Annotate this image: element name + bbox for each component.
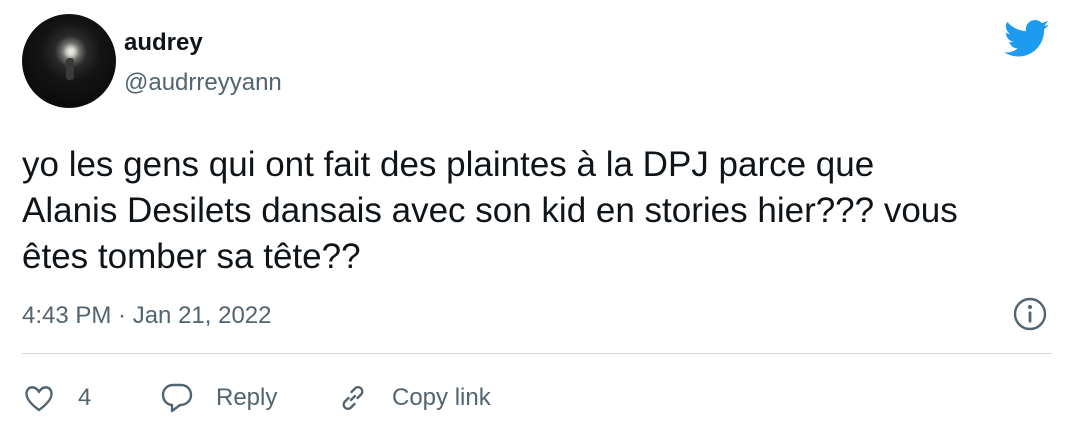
copy-link-button[interactable]: Copy link bbox=[336, 376, 491, 420]
speech-bubble-icon bbox=[161, 383, 193, 413]
author-handle[interactable]: @audrreyyann bbox=[124, 68, 282, 98]
like-count: 4 bbox=[78, 384, 92, 411]
twitter-bird-icon[interactable] bbox=[1004, 20, 1050, 58]
link-icon bbox=[342, 386, 364, 410]
avatar-figure bbox=[66, 58, 74, 80]
avatar[interactable] bbox=[22, 14, 116, 108]
copy-link-label: Copy link bbox=[392, 384, 491, 411]
tweet-text: yo les gens qui ont fait des plaintes à … bbox=[22, 145, 958, 276]
like-button[interactable]: 4 bbox=[22, 376, 91, 420]
tweet-timestamp[interactable]: 4:43 PM · Jan 21, 2022 bbox=[22, 300, 272, 332]
reply-button[interactable]: Reply bbox=[160, 376, 277, 420]
reply-label: Reply bbox=[216, 384, 278, 411]
author-display-name[interactable]: audrey bbox=[124, 28, 203, 58]
info-icon[interactable] bbox=[1012, 296, 1048, 332]
heart-icon bbox=[25, 386, 53, 412]
divider bbox=[22, 353, 1052, 354]
tweet-card: audrey @audrreyyann yo les gens qui ont … bbox=[0, 0, 1068, 432]
